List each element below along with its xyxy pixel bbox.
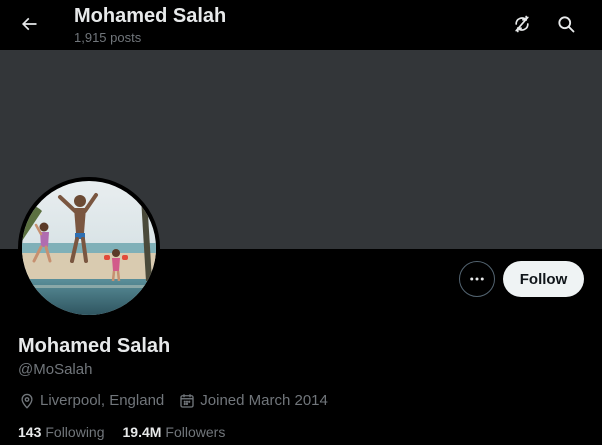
following-count: 143 [18, 424, 42, 440]
more-horizontal-icon [470, 277, 484, 281]
search-icon [558, 16, 575, 33]
arrow-left-icon [21, 17, 37, 31]
search-button[interactable] [549, 7, 583, 41]
post-count: 1,915 posts [74, 30, 142, 45]
sync-button[interactable] [505, 7, 539, 41]
follow-stats: 143 Following 19.4M Followers [18, 422, 243, 442]
profile-page: Mohamed Salah 1,915 posts Follow Mohamed… [0, 0, 602, 445]
more-options-button[interactable] [459, 261, 495, 297]
avatar[interactable] [18, 177, 160, 319]
back-button[interactable] [12, 7, 46, 41]
header-title-block: Mohamed Salah 1,915 posts [74, 4, 226, 47]
profile-name: Mohamed Salah [18, 335, 171, 357]
followers-link[interactable]: 19.4M Followers [123, 422, 226, 442]
followers-count: 19.4M [122, 424, 162, 440]
sync-icon [515, 15, 529, 33]
calendar-icon [180, 394, 194, 408]
joined-text: Joined March 2014 [200, 392, 328, 409]
following-label: Following [45, 424, 105, 440]
profile-meta: Liverpool, England Joined March 2014 [18, 391, 342, 411]
profile-handle: @MoSalah [18, 361, 93, 378]
location-text: Liverpool, England [40, 392, 165, 409]
profile-header: Mohamed Salah 1,915 posts [0, 0, 602, 50]
follow-button[interactable]: Follow [503, 261, 584, 297]
following-link[interactable]: 143 Following [18, 422, 105, 442]
header-title: Mohamed Salah [74, 5, 227, 27]
followers-label: Followers [165, 424, 226, 440]
joined-item: Joined March 2014 [178, 391, 328, 411]
location-item: Liverpool, England [18, 391, 164, 411]
avatar-photo [22, 181, 156, 315]
location-icon [21, 393, 33, 409]
